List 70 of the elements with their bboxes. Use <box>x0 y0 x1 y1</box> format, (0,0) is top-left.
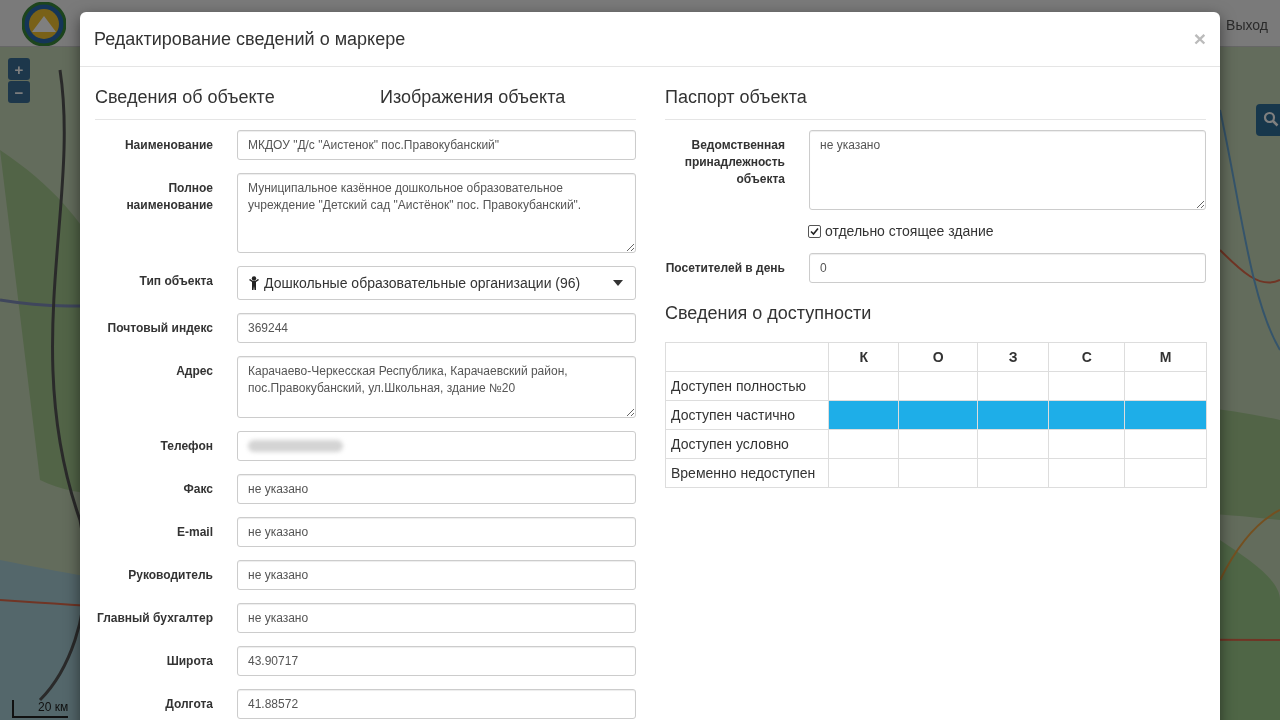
field-label: Телефон <box>159 438 213 455</box>
text-field[interactable]: 43.90717 <box>237 646 636 676</box>
table-cell[interactable] <box>1124 371 1207 401</box>
table-cell[interactable] <box>977 458 1049 488</box>
table-cell[interactable] <box>828 400 899 430</box>
column-header: М <box>1124 342 1207 372</box>
column-header: С <box>1048 342 1125 372</box>
table-cell[interactable] <box>898 458 978 488</box>
row-label: Временно недоступен <box>665 458 829 488</box>
field-label: Ведомственная принадлежность объекта <box>683 137 785 188</box>
field-label: Тип объекта <box>138 273 213 290</box>
scale-bar: 20 км <box>12 700 69 718</box>
section-heading: Сведения об объекте <box>95 87 276 109</box>
text-field[interactable]: 0 <box>809 253 1206 283</box>
field-label: Главный бухгалтер <box>96 610 213 627</box>
search-icon <box>1263 110 1279 127</box>
table-cell[interactable] <box>1124 429 1207 459</box>
table-cell[interactable] <box>828 371 899 401</box>
type-dropdown[interactable]: Дошкольные образовательные организации (96) <box>237 266 636 300</box>
field-label: Широта <box>165 653 213 670</box>
section-heading: Изображения объекта <box>380 87 566 109</box>
field-label: Долгота <box>164 696 213 713</box>
field-label: Полное наименование <box>125 180 213 214</box>
checkbox[interactable] <box>808 224 821 238</box>
table-cell[interactable] <box>1048 429 1125 459</box>
field-label: Руководитель <box>127 567 213 584</box>
table-cell[interactable] <box>977 429 1049 459</box>
dropdown-value: Дошкольные образовательные организации (96) <box>264 275 582 291</box>
table-cell[interactable] <box>828 458 899 488</box>
text-field[interactable]: 369244 <box>237 313 636 343</box>
table-cell[interactable] <box>898 400 978 430</box>
section-heading: Сведения о доступности <box>665 303 873 324</box>
text-area[interactable]: Муниципальное казённое дошкольное образовательное учреждение "Детский сад "Аистёнок" пос. Правокубанский". <box>237 173 636 253</box>
row-label: Доступен полностью <box>665 371 829 401</box>
row-label: Доступен частично <box>665 400 829 430</box>
field-label: Наименование <box>123 137 213 154</box>
field-label: Посетителей в день <box>665 260 785 277</box>
row-label: Доступен условно <box>665 429 829 459</box>
table-cell[interactable] <box>1124 400 1207 430</box>
blurred-field[interactable] <box>237 431 636 461</box>
column-header: К <box>828 342 899 372</box>
table-cell[interactable] <box>1124 458 1207 488</box>
table-cell[interactable] <box>828 429 899 459</box>
checkbox-label: отдельно стоящее здание <box>825 223 994 239</box>
table-cell[interactable] <box>898 429 978 459</box>
text-field[interactable]: 41.88572 <box>237 689 636 719</box>
text-area[interactable]: Карачаево-Черкесская Республика, Карачаевский район, пос.Правокубанский, ул.Школьная, здание №20 <box>237 356 636 418</box>
text-field[interactable]: не указано <box>237 474 636 504</box>
table-cell[interactable] <box>898 371 978 401</box>
table-cell[interactable] <box>1048 458 1125 488</box>
field-label: E-mail <box>176 524 213 541</box>
dialog-title: Редактирование сведений о маркере <box>94 28 406 50</box>
child-icon <box>248 276 260 290</box>
text-field[interactable]: не указано <box>237 603 636 633</box>
field-label: Почтовый индекс <box>106 320 213 337</box>
field-label: Адрес <box>175 363 213 380</box>
text-area[interactable]: не указано <box>809 130 1206 210</box>
field-label: Факс <box>182 481 213 498</box>
search-button[interactable] <box>1256 104 1280 136</box>
caret-icon <box>613 280 623 286</box>
text-field[interactable]: не указано <box>237 517 636 547</box>
column-header: О <box>898 342 978 372</box>
text-field[interactable]: не указано <box>237 560 636 590</box>
text-field[interactable]: МКДОУ "Д/с "Аистенок" пос.Правокубанский" <box>237 130 636 160</box>
table-cell[interactable] <box>1048 371 1125 401</box>
table-cell[interactable] <box>977 400 1049 430</box>
table-cell[interactable] <box>1048 400 1125 430</box>
section-heading: Паспорт объекта <box>665 87 807 109</box>
table-cell[interactable] <box>977 371 1049 401</box>
column-header: З <box>977 342 1049 372</box>
